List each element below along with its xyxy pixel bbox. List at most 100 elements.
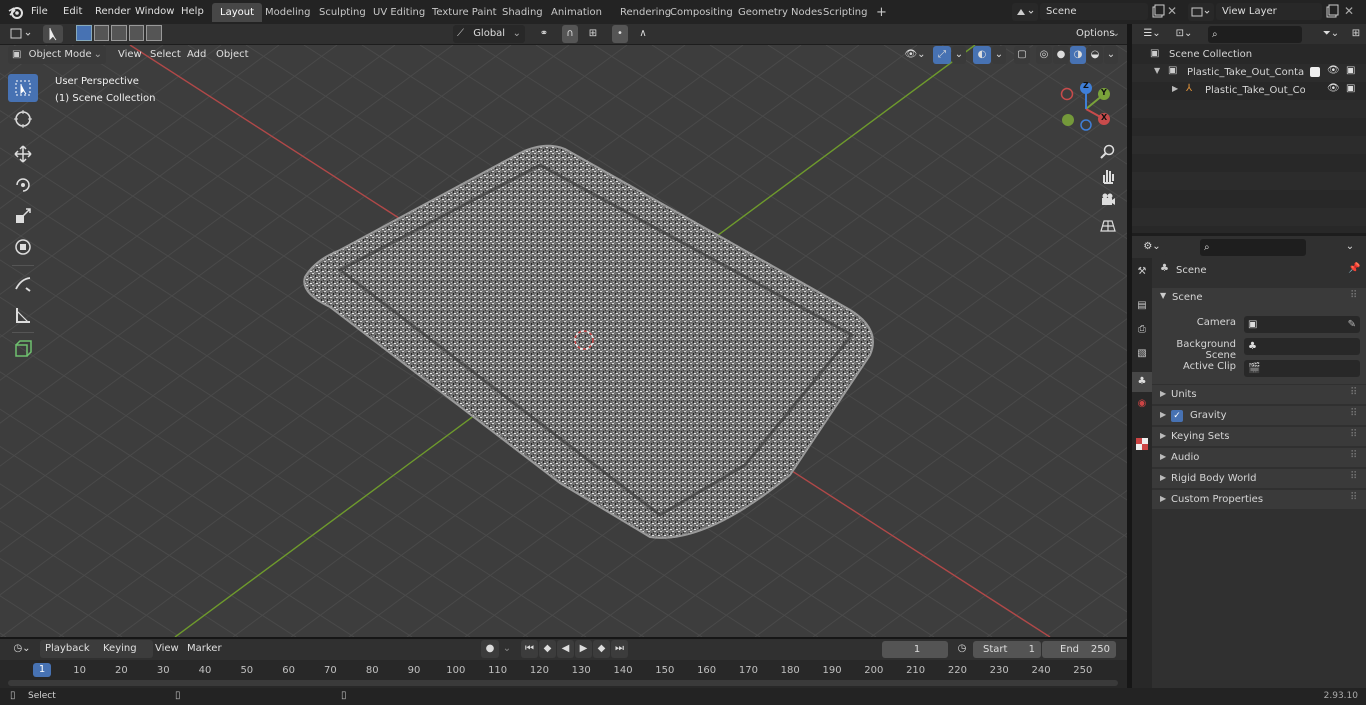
3d-viewport[interactable]: User Perspective (1) Scene Collection Z … [0, 45, 1127, 637]
mode-dropdown[interactable]: ▣ Object Mode ⌄ [8, 46, 106, 64]
timeline-menu-marker[interactable]: Marker [182, 640, 227, 658]
add-cube-tool-icon[interactable] [8, 335, 38, 363]
new-view-layer-icon[interactable] [1324, 4, 1340, 20]
scale-tool-icon[interactable] [8, 202, 38, 230]
view-layer-tab-icon[interactable]: ▧ [1134, 348, 1150, 364]
jump-start-icon[interactable]: ⏮ [521, 640, 538, 658]
drag-handle-icon[interactable]: ⠿ [1350, 471, 1357, 482]
subpanel-units[interactable]: ▶ Units ⠿ [1152, 384, 1366, 404]
tab-uv-editing[interactable]: UV Editing [365, 3, 433, 22]
scene-field[interactable]: Scene [1040, 3, 1148, 20]
subpanel-rigid-body-world[interactable]: ▶ Rigid Body World ⠿ [1152, 468, 1366, 488]
pivot-point-dropdown[interactable]: ⚭ [530, 25, 558, 43]
material-shading-icon[interactable]: ◑ [1070, 46, 1086, 64]
timeline-scrollbar[interactable] [8, 680, 1118, 686]
overlay-dropdown-icon[interactable]: ⌄ [992, 46, 1006, 64]
viewport-menu-view[interactable]: View [113, 46, 147, 64]
use-preview-range-icon[interactable]: ◷ [954, 640, 970, 658]
outliner-row-object[interactable]: ▶ ⅄ Plastic_Take_Out_Contai 👁 ▣ [1132, 82, 1366, 100]
new-scene-icon[interactable] [1150, 4, 1166, 20]
delete-view-layer-icon[interactable]: ✕ [1344, 4, 1358, 20]
outliner-editor-type-icon[interactable]: ☰⌄ [1138, 25, 1166, 43]
output-tab-icon[interactable]: ⎙ [1134, 324, 1150, 340]
subpanel-gravity[interactable]: ▶ ✓ Gravity ⠿ [1152, 405, 1366, 425]
subpanel-keying-sets[interactable]: ▶ Keying Sets ⠿ [1152, 426, 1366, 446]
select-box-tool-icon[interactable] [8, 74, 38, 102]
timeline-editor-type-icon[interactable]: ◷⌄ [8, 640, 36, 658]
drag-handle-icon[interactable]: ⠿ [1350, 290, 1357, 301]
properties-editor-type-icon[interactable]: ⚙⌄ [1138, 238, 1166, 256]
tab-texture-paint[interactable]: Texture Paint [424, 3, 505, 22]
gizmo-dropdown-icon[interactable]: ⌄ [952, 46, 966, 64]
orthographic-toggle-icon[interactable] [1099, 217, 1117, 235]
expand-arrow-icon[interactable]: ▼ [1154, 66, 1160, 75]
camera-icon[interactable]: ▣ [1346, 65, 1355, 76]
jump-end-icon[interactable]: ⏭ [611, 640, 628, 658]
world-tab-icon[interactable]: ◉ [1134, 398, 1150, 414]
tab-modeling[interactable]: Modeling [257, 3, 319, 22]
properties-search-input[interactable]: ⌕ [1200, 239, 1306, 256]
annotate-tool-icon[interactable] [8, 270, 38, 298]
transform-orientation-dropdown[interactable]: ⟋ Global ⌄ [453, 25, 525, 43]
drag-handle-icon[interactable]: ⠿ [1350, 387, 1357, 398]
viewport-menu-add[interactable]: Add [182, 46, 211, 64]
set-selection-icon[interactable] [76, 25, 92, 41]
proportional-falloff-icon[interactable]: ∧ [630, 25, 656, 43]
scene-tab-icon[interactable]: ♣ [1132, 372, 1152, 392]
snap-toggle-icon[interactable]: ∩ [562, 25, 578, 43]
jump-keyframe-forward-icon[interactable]: ◆ [593, 640, 610, 658]
active-clip-field[interactable]: 🎬 [1244, 360, 1360, 377]
new-collection-icon[interactable]: ⊞ [1348, 25, 1364, 43]
visibility-dropdown[interactable]: 👁⌄ [901, 46, 929, 64]
keying-dropdown-icon[interactable]: ⌄ [500, 640, 514, 658]
measure-tool-icon[interactable] [8, 301, 38, 329]
background-scene-field[interactable]: ♣ [1244, 338, 1360, 355]
tab-scripting[interactable]: Scripting [815, 3, 875, 22]
rotate-tool-icon[interactable] [8, 171, 38, 199]
tab-layout[interactable]: Layout [212, 3, 262, 22]
play-reverse-icon[interactable]: ◀ [557, 640, 574, 658]
snap-target-dropdown[interactable]: ⊞ [580, 25, 606, 43]
timeline-ruler[interactable]: 1 10 20 30 40 50 60 70 80 90 100 110 120 130 140 150 160… [0, 660, 1127, 688]
tab-compositing[interactable]: Compositing [662, 3, 741, 22]
render-tab-icon[interactable]: ▤ [1134, 300, 1150, 316]
tab-animation[interactable]: Animation [543, 3, 610, 22]
current-frame-field[interactable]: 1 [882, 641, 948, 658]
start-frame-field[interactable]: Start 1 [973, 641, 1041, 658]
viewport-menu-object[interactable]: Object [211, 46, 254, 64]
exclude-checkbox-icon[interactable] [1310, 67, 1320, 77]
properties-options-icon[interactable]: ⌄ [1340, 238, 1360, 256]
select-tool-icon[interactable] [43, 25, 63, 43]
delete-scene-icon[interactable]: ✕ [1167, 4, 1181, 20]
tool-tab-icon[interactable]: ⚒ [1134, 266, 1150, 282]
rendered-shading-icon[interactable]: ◒ [1087, 46, 1103, 64]
menu-edit[interactable]: Edit [58, 3, 87, 21]
view-layer-field[interactable]: View Layer [1216, 3, 1322, 20]
camera-field[interactable]: ▣ ✎ [1244, 316, 1360, 333]
end-frame-field[interactable]: End 250 [1042, 641, 1116, 658]
camera-view-icon[interactable] [1099, 191, 1117, 209]
invert-selection-icon[interactable] [128, 25, 145, 41]
display-mode-icon[interactable]: ⊡⌄ [1170, 25, 1198, 43]
blender-logo-icon[interactable] [8, 4, 24, 20]
wireframe-shading-icon[interactable]: ◎ [1036, 46, 1052, 64]
editor-type-icon[interactable] [8, 25, 36, 43]
camera-icon[interactable]: ▣ [1346, 83, 1355, 94]
move-tool-icon[interactable] [8, 140, 38, 168]
menu-render[interactable]: Render [90, 3, 136, 21]
viewport-menu-select[interactable]: Select [145, 46, 186, 64]
navigation-gizmo[interactable]: Z Y X [1056, 79, 1116, 139]
jump-keyframe-back-icon[interactable]: ◆ [539, 640, 556, 658]
subpanel-audio[interactable]: ▶ Audio ⠿ [1152, 447, 1366, 467]
pan-hand-icon[interactable] [1099, 167, 1117, 185]
gravity-checkbox[interactable]: ✓ [1171, 410, 1183, 422]
drag-handle-icon[interactable]: ⠿ [1350, 408, 1357, 419]
menu-help[interactable]: Help [176, 3, 209, 21]
xray-toggle-icon[interactable]: ▢ [1014, 46, 1030, 64]
zoom-icon[interactable] [1099, 143, 1117, 161]
drag-handle-icon[interactable]: ⠿ [1350, 429, 1357, 440]
proportional-editing-icon[interactable]: • [612, 25, 628, 43]
outliner-row-container[interactable]: ▼ ▣ Plastic_Take_Out_Container_v 👁 ▣ [1132, 64, 1366, 82]
outliner-row-scene-collection[interactable]: ▣ Scene Collection [1132, 46, 1366, 64]
auto-keying-icon[interactable]: ● [481, 640, 499, 658]
